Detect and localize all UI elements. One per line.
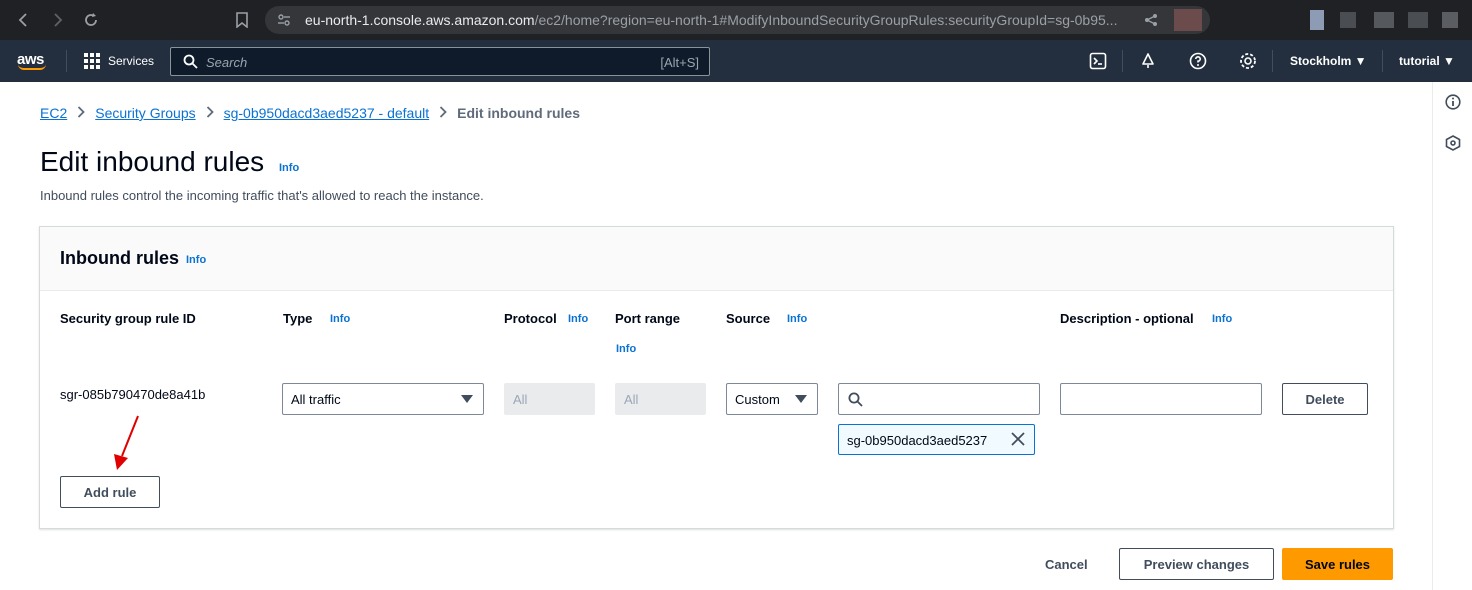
panel-title: Inbound rules (60, 248, 179, 268)
source-token: sg-0b950dacd3aed5237 (838, 424, 1035, 455)
source-type-value: Custom (735, 392, 780, 407)
page-title: Edit inbound rules (40, 146, 265, 177)
type-select-value: All traffic (291, 392, 341, 407)
url-text: eu-north-1.console.aws.amazon.com/ec2/ho… (305, 12, 1118, 28)
breadcrumb-ec2[interactable]: EC2 (40, 105, 67, 121)
search-icon (183, 54, 198, 74)
chevron-right-icon (439, 105, 447, 121)
breadcrumb-security-groups[interactable]: Security Groups (95, 105, 195, 121)
chevron-right-icon (77, 105, 86, 121)
description-info-link[interactable]: Info (1212, 313, 1232, 325)
description-input[interactable] (1060, 383, 1262, 415)
nav-divider (1382, 50, 1383, 72)
search-placeholder: Search (206, 55, 248, 70)
column-header-port-range: Port range (615, 311, 681, 326)
cloudshell-icon[interactable] (1088, 51, 1108, 71)
port-range-value: All (624, 392, 639, 407)
caret-down-icon (461, 395, 473, 403)
bell-icon[interactable] (1138, 51, 1158, 71)
rule-id: sgr-085b790470de8a41b (60, 387, 206, 402)
source-info-link[interactable]: Info (787, 313, 807, 325)
gear-icon[interactable] (1238, 51, 1258, 71)
type-info-link[interactable]: Info (330, 313, 350, 325)
panel-title-info-link[interactable]: Info (186, 254, 206, 266)
protocol-input: All (504, 383, 595, 415)
save-rules-button[interactable]: Save rules (1282, 548, 1393, 580)
region-selector[interactable]: Stockholm ▼ (1290, 54, 1367, 68)
account-menu[interactable]: tutorial ▼ (1399, 54, 1455, 68)
page-title-info-link[interactable]: Info (279, 162, 299, 174)
reload-icon[interactable] (79, 8, 103, 32)
back-icon[interactable] (12, 8, 36, 32)
port-range-info-link[interactable]: Info (616, 343, 636, 355)
caret-down-icon (795, 395, 807, 403)
nav-divider (1272, 50, 1273, 72)
breadcrumb: EC2 Security Groups sg-0b950dacd3aed5237… (40, 105, 580, 121)
search-input[interactable]: Search [Alt+S] (170, 47, 710, 76)
breadcrumb-current: Edit inbound rules (457, 105, 581, 121)
add-rule-button[interactable]: Add rule (60, 476, 160, 508)
help-icon[interactable] (1188, 51, 1208, 71)
profile-area[interactable] (1310, 10, 1460, 30)
learn-panel-icon[interactable] (1445, 135, 1461, 156)
type-select[interactable]: All traffic (282, 383, 484, 415)
column-header-type: Type (283, 311, 313, 326)
site-info-icon[interactable] (277, 13, 291, 32)
column-header-rule-id: Security group rule ID (60, 311, 196, 326)
port-range-input: All (615, 383, 706, 415)
search-shortcut: [Alt+S] (660, 55, 699, 70)
inbound-rules-panel: Inbound rules Info (39, 226, 1394, 529)
address-bar[interactable]: eu-north-1.console.aws.amazon.com/ec2/ho… (265, 6, 1210, 34)
forward-icon[interactable] (45, 8, 69, 32)
source-type-select[interactable]: Custom (726, 383, 818, 415)
browser-toolbar: eu-north-1.console.aws.amazon.com/ec2/ho… (0, 0, 1472, 40)
aws-logo-smile-icon (18, 64, 46, 70)
delete-rule-button[interactable]: Delete (1282, 383, 1368, 415)
close-icon[interactable] (1010, 431, 1026, 450)
right-tools-rail (1432, 82, 1472, 590)
extension-icon[interactable] (1174, 9, 1202, 31)
source-search-input[interactable] (838, 383, 1040, 415)
column-header-source: Source (726, 311, 771, 326)
share-icon[interactable] (1144, 13, 1158, 32)
services-button[interactable]: Services (108, 54, 154, 68)
preview-changes-button[interactable]: Preview changes (1119, 548, 1274, 580)
column-header-protocol: Protocol (504, 311, 557, 326)
nav-divider (1122, 50, 1123, 72)
column-header-description: Description - optional (1060, 311, 1194, 326)
protocol-info-link[interactable]: Info (568, 313, 588, 325)
search-icon (848, 392, 863, 412)
source-token-label: sg-0b950dacd3aed5237 (847, 433, 988, 448)
panel-header: Inbound rules Info (40, 227, 1393, 291)
info-panel-icon[interactable] (1445, 94, 1461, 115)
annotation-arrow-icon (114, 415, 139, 470)
page-description: Inbound rules control the incoming traff… (40, 188, 484, 203)
chevron-right-icon (206, 105, 214, 121)
services-grid-icon[interactable] (84, 53, 100, 69)
nav-divider (66, 50, 67, 72)
protocol-value: All (513, 392, 528, 407)
breadcrumb-security-group[interactable]: sg-0b950dacd3aed5237 - default (224, 105, 430, 121)
bookmark-icon[interactable] (230, 8, 254, 32)
cancel-button[interactable]: Cancel (1045, 557, 1088, 572)
